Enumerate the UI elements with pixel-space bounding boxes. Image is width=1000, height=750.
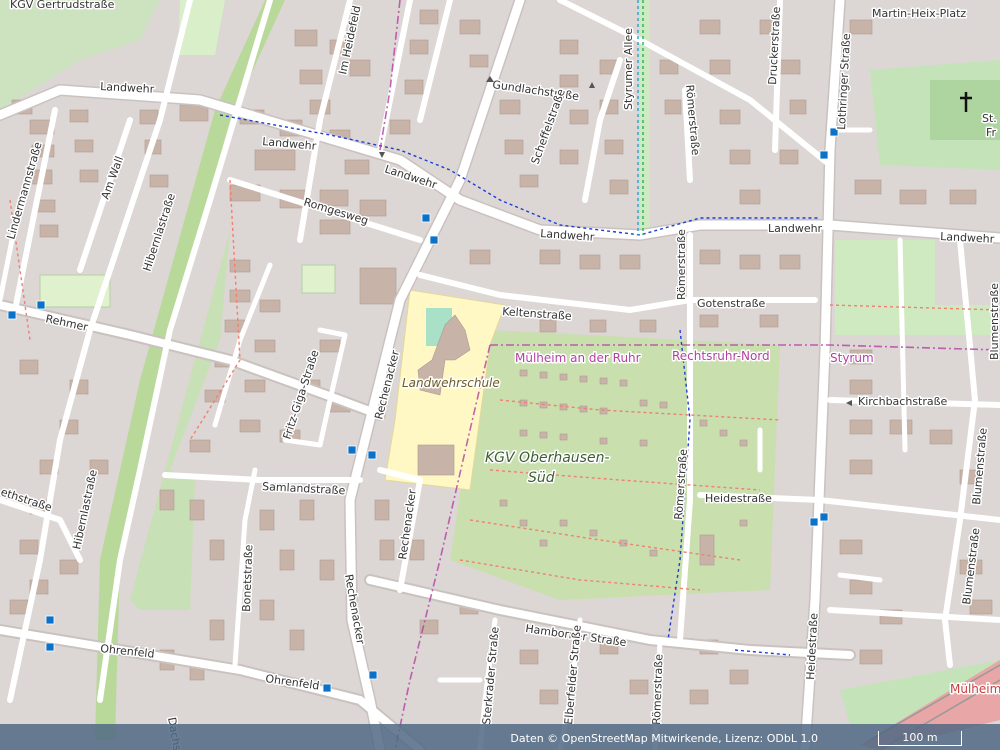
label-school: Landwehrschule (402, 376, 500, 390)
label-rechtsruhr-nord: Rechtsruhr-Nord (672, 349, 770, 363)
label-landwehr-far-east: Landwehr (768, 222, 823, 235)
label-church-fr: Fr (986, 126, 997, 139)
label-heidestrasse: Heidestraße (705, 492, 772, 505)
label-martin-heix-platz: Martin-Heix-Platz (872, 7, 966, 20)
label-garden-line2: Süd (528, 470, 555, 486)
label-kirchbachstrasse: Kirchbachstraße (858, 395, 948, 408)
label-garden-line1: KGV Oberhausen- (485, 450, 610, 466)
label-muelheim-rail: Mülheim (950, 682, 1000, 696)
label-bonetstrasse: Bonetstraße (240, 544, 255, 612)
attribution-bar (0, 724, 1000, 750)
label-roemerstrasse-mid: Römerstraße (675, 229, 688, 300)
label-gertrudstrasse: KGV Gertrudstraße (10, 0, 115, 11)
label-styrumer-allee: Styrumer Allee (622, 28, 635, 110)
label-church-st: St. (982, 112, 997, 125)
attribution-text[interactable]: Daten © OpenStreetMap Mitwirkende, Lizen… (510, 732, 818, 745)
label-roemerstrasse-bottom: Römerstraße (650, 654, 665, 726)
map-canvas[interactable]: Landwehr Landwehr Landwehr Landwehr Land… (0, 0, 1000, 750)
label-muelheim: Mülheim an der Ruhr (515, 351, 641, 365)
label-gotenstrasse: Gotenstraße (697, 297, 766, 310)
label-styrum: Styrum (830, 351, 874, 365)
scale-bar: 100 m (878, 731, 962, 746)
label-blumenstrasse-north: Blumenstraße (988, 283, 1000, 360)
